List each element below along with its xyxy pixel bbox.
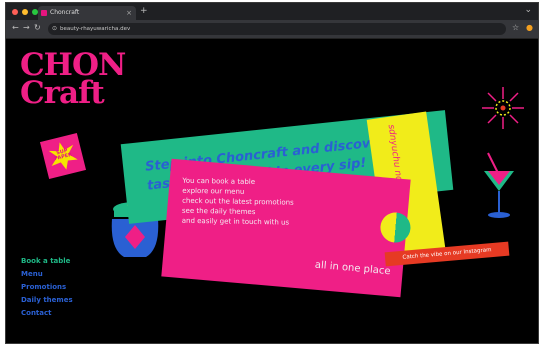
tab-close-icon[interactable]: × bbox=[126, 6, 132, 20]
address-bar[interactable]: ⊙ beauty-rhayuwaricha.dev bbox=[48, 23, 506, 35]
tab-title: Choncraft bbox=[50, 9, 80, 16]
info-lines: You can book a table explore our menu ch… bbox=[182, 176, 294, 228]
url-text: beauty-rhayuwaricha.dev bbox=[60, 26, 131, 32]
browser-window: Choncraft × + ⌄ ← → ↻ ⊙ beauty-rhayuwari… bbox=[5, 2, 539, 344]
favicon-icon bbox=[41, 10, 47, 16]
site-info-icon[interactable]: ⊙ bbox=[52, 23, 57, 35]
forward-icon[interactable]: → bbox=[23, 23, 30, 32]
tab-bar: Choncraft × + ⌄ bbox=[6, 3, 538, 20]
nav-promotions[interactable]: Promotions bbox=[21, 281, 73, 294]
profile-icon[interactable]: ● bbox=[526, 23, 533, 32]
back-icon[interactable]: ← bbox=[12, 23, 19, 32]
web-page: CHON Craft SUP PAPER Step into Choncraft… bbox=[6, 39, 538, 343]
tagline: all in one place bbox=[314, 259, 391, 278]
close-window-icon[interactable] bbox=[12, 9, 18, 15]
nav-book-table[interactable]: Book a table bbox=[21, 255, 73, 268]
info-ticket: You can book a table explore our menu ch… bbox=[161, 158, 412, 298]
promo-badge: SUP PAPER bbox=[39, 132, 87, 180]
window-controls bbox=[12, 9, 38, 15]
main-navigation: Book a table Menu Promotions Daily theme… bbox=[21, 255, 73, 320]
cocktail-icon bbox=[484, 152, 514, 218]
minimize-window-icon[interactable] bbox=[22, 9, 28, 15]
browser-tab[interactable]: Choncraft × bbox=[38, 6, 136, 20]
browser-toolbar: ← → ↻ ⊙ beauty-rhayuwaricha.dev ☆ ● bbox=[6, 20, 538, 39]
nav-daily-themes[interactable]: Daily themes bbox=[21, 294, 73, 307]
firework-icon bbox=[482, 87, 524, 129]
choncraft-logo[interactable]: CHON Craft bbox=[20, 50, 126, 111]
info-line: and easily get in touch with us bbox=[181, 216, 290, 227]
nav-contact[interactable]: Contact bbox=[21, 307, 73, 320]
logo-line-2: Craft bbox=[20, 75, 105, 111]
reload-icon[interactable]: ↻ bbox=[34, 23, 41, 32]
extensions-icon[interactable]: ☆ bbox=[512, 23, 519, 32]
nav-menu[interactable]: Menu bbox=[21, 268, 73, 281]
window-menu-icon[interactable]: ⌄ bbox=[524, 5, 532, 15]
new-tab-icon[interactable]: + bbox=[140, 6, 148, 16]
